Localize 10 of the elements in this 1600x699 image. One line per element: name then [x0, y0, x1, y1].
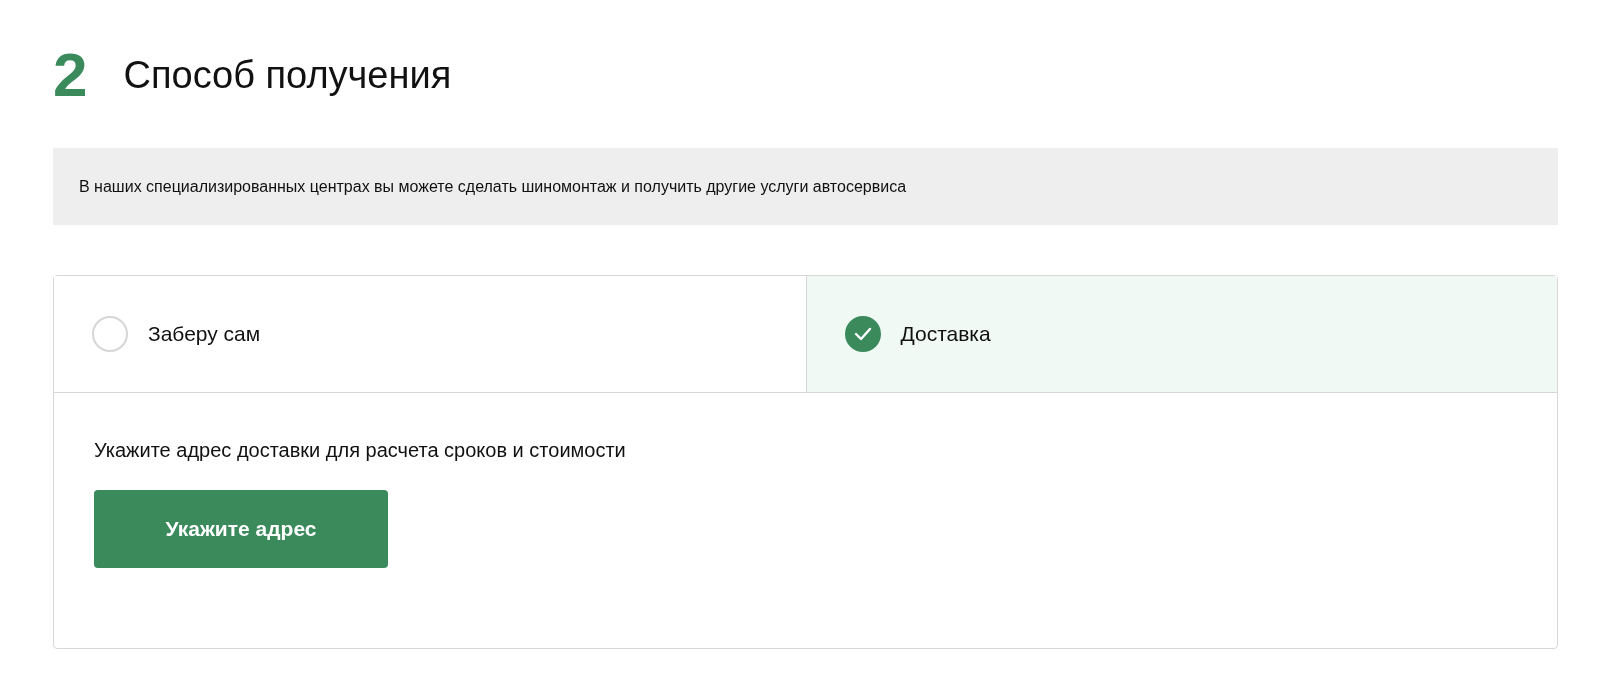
- option-label: Доставка: [900, 322, 991, 346]
- delivery-hint: Укажите адрес доставки для расчета сроков и стоимости: [94, 439, 627, 462]
- radio-icon: [92, 316, 128, 352]
- option-label: Заберу сам: [148, 322, 261, 346]
- check-icon: [844, 316, 881, 352]
- delivery-option[interactable]: Доставка: [805, 276, 1557, 392]
- step-title: Способ получения: [123, 56, 452, 94]
- notice-text: В наших специализированных центрах вы можете сделать шиномонтаж и получить другие услуги автосервиса: [79, 177, 907, 196]
- address-button[interactable]: Укажите адрес: [94, 490, 388, 568]
- step-number: 2: [53, 44, 88, 106]
